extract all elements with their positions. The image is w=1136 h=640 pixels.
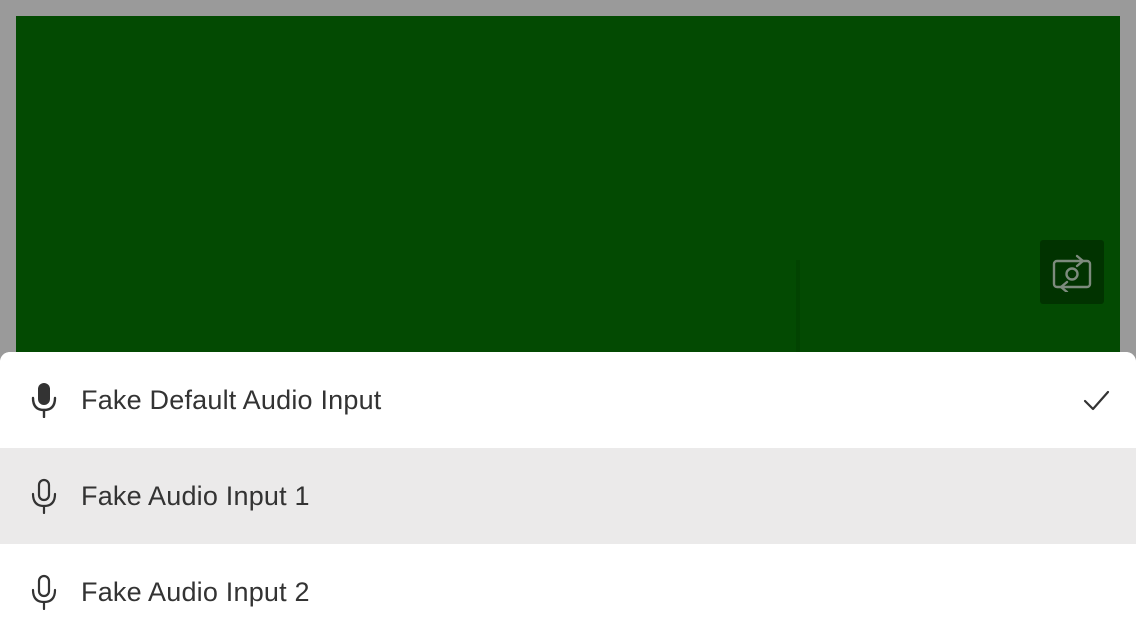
microphone-filled-icon [31, 383, 57, 418]
checkmark-icon [1083, 390, 1110, 411]
microphone-outline-icon [31, 574, 57, 610]
audio-device-label: Fake Audio Input 1 [81, 480, 310, 511]
audio-device-label: Fake Default Audio Input [81, 384, 382, 415]
microphone-outline-icon [31, 478, 57, 514]
audio-device-menu: Fake Default Audio Input Fake Audio Inpu… [0, 352, 1136, 640]
video-artifact [796, 260, 800, 352]
switch-camera-icon [1052, 254, 1092, 292]
audio-device-item-1[interactable]: Fake Audio Input 1 [0, 448, 1136, 544]
audio-device-label: Fake Audio Input 2 [81, 576, 310, 607]
camera-setup-screen: Fake Default Audio Input Fake Audio Inpu… [0, 0, 1136, 640]
audio-device-item-2[interactable]: Fake Audio Input 2 [0, 544, 1136, 640]
audio-device-item-default[interactable]: Fake Default Audio Input [0, 352, 1136, 448]
switch-camera-button[interactable] [1040, 240, 1104, 304]
